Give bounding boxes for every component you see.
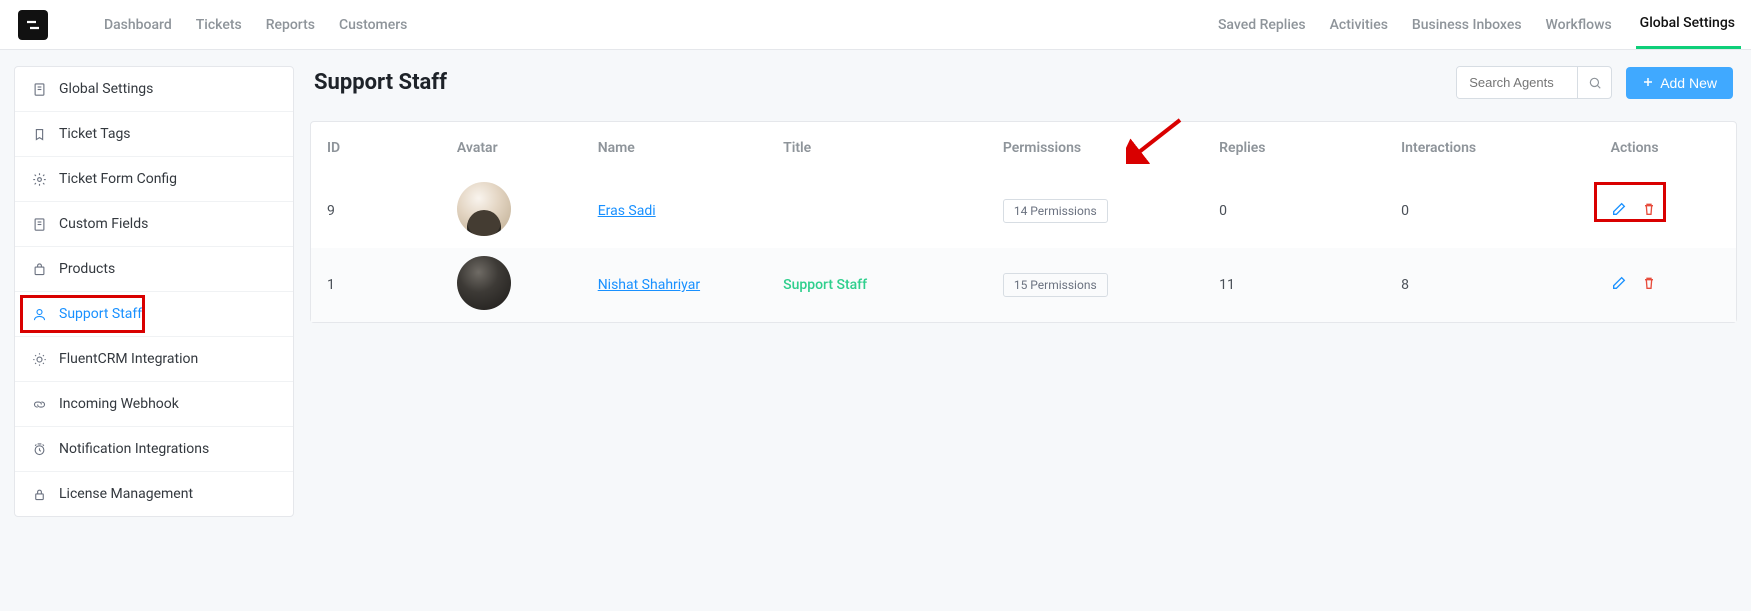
link-icon <box>31 396 47 412</box>
cell-title <box>771 174 991 248</box>
col-replies: Replies <box>1207 122 1389 174</box>
nav-business-inboxes[interactable]: Business Inboxes <box>1412 0 1522 49</box>
search-icon[interactable] <box>1577 67 1611 98</box>
cell-interactions: 0 <box>1389 174 1598 248</box>
edit-icon[interactable] <box>1611 275 1627 295</box>
nav-activities[interactable]: Activities <box>1330 0 1388 49</box>
sidebar-item-support-staff[interactable]: Support Staff <box>15 292 293 337</box>
topnav-left: Dashboard Tickets Reports Customers <box>18 10 407 40</box>
col-name: Name <box>586 122 771 174</box>
cell-name: Eras Sadi <box>586 174 771 248</box>
sidebar-item-ticket-form-config[interactable]: Ticket Form Config <box>15 157 293 202</box>
app-logo[interactable] <box>18 10 48 40</box>
cell-id: 1 <box>311 248 445 322</box>
col-id: ID <box>311 122 445 174</box>
staff-table: IDAvatarNameTitlePermissionsRepliesInter… <box>311 122 1736 322</box>
cell-actions <box>1599 248 1736 322</box>
staff-table-card: IDAvatarNameTitlePermissionsRepliesInter… <box>310 121 1737 323</box>
sidebar-item-global-settings[interactable]: Global Settings <box>15 67 293 112</box>
cell-name: Nishat Shahriyar <box>586 248 771 322</box>
bookmark-icon <box>31 126 47 142</box>
sidebar-item-label: Products <box>59 261 115 277</box>
lock-icon <box>31 486 47 502</box>
settings-sidebar: Global Settings Ticket Tags Ticket Form Co… <box>14 66 294 517</box>
sidebar-item-label: FluentCRM Integration <box>59 351 198 367</box>
cell-id: 9 <box>311 174 445 248</box>
page-title: Support Staff <box>314 70 447 95</box>
cell-replies: 11 <box>1207 248 1389 322</box>
nav-tickets[interactable]: Tickets <box>196 17 242 33</box>
sidebar-item-notification-integrations[interactable]: Notification Integrations <box>15 427 293 472</box>
nav-reports[interactable]: Reports <box>266 17 315 33</box>
sun-icon <box>31 351 47 367</box>
nav-customers[interactable]: Customers <box>339 17 407 33</box>
cell-permissions: 15 Permissions <box>991 248 1207 322</box>
nav-dashboard[interactable]: Dashboard <box>104 17 172 33</box>
topnav-right: Saved Replies Activities Business Inboxes W… <box>1218 0 1751 49</box>
main-panel: Support Staff Add New <box>310 66 1737 323</box>
add-new-button[interactable]: Add New <box>1626 67 1733 99</box>
sidebar-item-label: Support Staff <box>59 306 142 322</box>
sidebar-item-label: Incoming Webhook <box>59 396 179 412</box>
sidebar-item-label: Ticket Form Config <box>59 171 177 187</box>
col-interactions: Interactions <box>1389 122 1598 174</box>
sidebar-item-ticket-tags[interactable]: Ticket Tags <box>15 112 293 157</box>
edit-icon[interactable] <box>1611 201 1627 221</box>
cell-avatar <box>445 174 586 248</box>
sidebar-item-custom-fields[interactable]: Custom Fields <box>15 202 293 247</box>
permissions-pill[interactable]: 14 Permissions <box>1003 199 1108 223</box>
agent-name-link[interactable]: Eras Sadi <box>598 203 656 219</box>
nav-saved-replies[interactable]: Saved Replies <box>1218 0 1306 49</box>
cell-replies: 0 <box>1207 174 1389 248</box>
search-agents[interactable] <box>1456 66 1612 99</box>
sidebar-item-label: Custom Fields <box>59 216 148 232</box>
cell-title: Support Staff <box>771 248 991 322</box>
search-input[interactable] <box>1457 67 1577 98</box>
col-title: Title <box>771 122 991 174</box>
gear-icon <box>31 171 47 187</box>
sidebar-item-label: Notification Integrations <box>59 441 209 457</box>
cell-avatar <box>445 248 586 322</box>
col-avatar: Avatar <box>445 122 586 174</box>
sidebar-item-products[interactable]: Products <box>15 247 293 292</box>
trash-icon[interactable] <box>1641 275 1657 295</box>
cell-permissions: 14 Permissions <box>991 174 1207 248</box>
user-icon <box>31 306 47 322</box>
cell-actions <box>1599 174 1736 248</box>
table-row: 1 Nishat Shahriyar Support Staff 15 Perm… <box>311 248 1736 322</box>
sidebar-item-license-management[interactable]: License Management <box>15 472 293 516</box>
sidebar-item-incoming-webhook[interactable]: Incoming Webhook <box>15 382 293 427</box>
agent-name-link[interactable]: Nishat Shahriyar <box>598 277 700 293</box>
doc-icon <box>31 216 47 232</box>
table-row: 9 Eras Sadi 14 Permissions 0 0 <box>311 174 1736 248</box>
plus-icon <box>1642 75 1654 91</box>
sidebar-item-label: Global Settings <box>59 81 153 97</box>
topbar: Dashboard Tickets Reports Customers Save… <box>0 0 1751 50</box>
col-actions: Actions <box>1599 122 1736 174</box>
permissions-pill[interactable]: 15 Permissions <box>1003 273 1108 297</box>
sidebar-item-label: License Management <box>59 486 193 502</box>
nav-workflows[interactable]: Workflows <box>1546 0 1612 49</box>
bag-icon <box>31 261 47 277</box>
sidebar-item-label: Ticket Tags <box>59 126 131 142</box>
agent-title: Support Staff <box>783 277 867 293</box>
sidebar-item-fluentcrm-integration[interactable]: FluentCRM Integration <box>15 337 293 382</box>
cell-interactions: 8 <box>1389 248 1598 322</box>
col-permissions: Permissions <box>991 122 1207 174</box>
add-new-label: Add New <box>1660 75 1717 91</box>
clock-icon <box>31 441 47 457</box>
avatar <box>457 256 511 310</box>
trash-icon[interactable] <box>1641 201 1657 221</box>
nav-global-settings[interactable]: Global Settings <box>1636 0 1741 49</box>
doc-icon <box>31 81 47 97</box>
avatar <box>457 182 511 236</box>
